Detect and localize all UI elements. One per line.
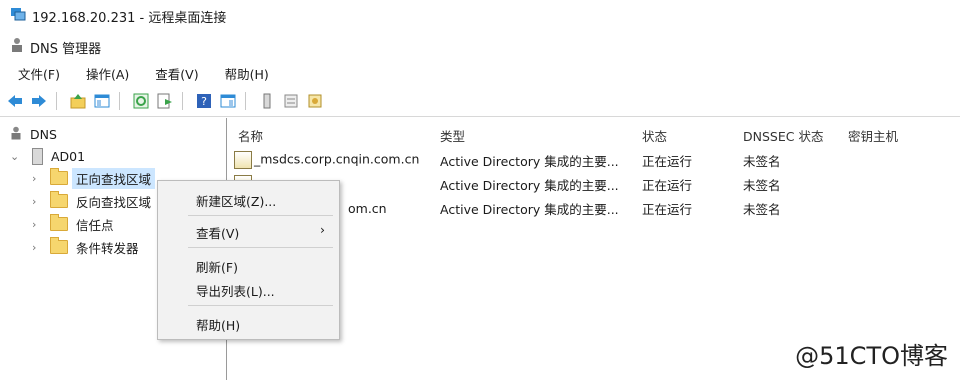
zone-type-cell: Active Directory 集成的主要... xyxy=(440,177,619,193)
tree-node-reverse-zones[interactable]: › 反向查找区域 xyxy=(32,191,155,211)
tree-label-conditional-forwarders: 条件转发器 xyxy=(76,240,139,256)
rdp-window-title: 192.168.20.231 - 远程桌面连接 xyxy=(32,10,227,26)
context-menu-new-zone[interactable]: 新建区域(Z)... xyxy=(196,191,276,210)
chevron-right-icon: › xyxy=(320,222,325,237)
table-row[interactable]: _msdcs.corp.cnqin.com.cn Active Director… xyxy=(228,150,960,170)
menu-file[interactable]: 文件(F) xyxy=(16,64,62,83)
back-arrow-icon[interactable] xyxy=(6,92,24,110)
folder-icon xyxy=(50,214,68,231)
tree-node-forward-zones[interactable]: › 正向查找区域 xyxy=(32,167,156,189)
chevron-right-icon[interactable]: › xyxy=(32,172,46,185)
watermark: @51CTO博客 xyxy=(795,342,948,370)
show-hide-console-tree-icon[interactable] xyxy=(93,92,111,110)
folder-icon xyxy=(50,168,68,185)
context-menu-export-list[interactable]: 导出列表(L)... xyxy=(196,281,275,300)
zone-dnssec-cell: 未签名 xyxy=(743,153,781,169)
rdp-window-title-bar: 192.168.20.231 - 远程桌面连接 xyxy=(0,0,960,32)
zone-dnssec-cell: 未签名 xyxy=(743,201,781,217)
zone-type-cell: Active Directory 集成的主要... xyxy=(440,201,619,217)
zone-status-cell: 正在运行 xyxy=(642,153,693,169)
zone-records-icon[interactable] xyxy=(282,92,300,110)
chevron-down-icon[interactable]: ⌄ xyxy=(10,150,24,163)
column-header-type[interactable]: 类型 xyxy=(440,126,465,145)
zone-status-cell: 正在运行 xyxy=(642,177,693,193)
app-title: DNS 管理器 xyxy=(30,41,102,57)
app-title-bar: DNS 管理器 xyxy=(0,34,960,60)
zone-name-cell: om.cn xyxy=(348,200,387,216)
tree-node-trust-points[interactable]: › 信任点 xyxy=(32,214,118,234)
menu-help[interactable]: 帮助(H) xyxy=(223,64,271,83)
forward-arrow-icon[interactable] xyxy=(30,92,48,110)
tree-label-reverse-zones: 反向查找区域 xyxy=(76,194,152,210)
tree-label-forward-zones: 正向查找区域 xyxy=(72,167,156,189)
refresh-icon[interactable] xyxy=(132,92,150,110)
toolbar-separator xyxy=(119,92,120,110)
export-list-icon[interactable] xyxy=(156,92,174,110)
menu-action[interactable]: 操作(A) xyxy=(84,64,131,83)
zone-type-cell: Active Directory 集成的主要... xyxy=(440,153,619,169)
chevron-right-icon[interactable]: › xyxy=(32,218,46,231)
toolbar-separator xyxy=(56,92,57,110)
folder-icon xyxy=(50,191,68,208)
zone-status-cell: 正在运行 xyxy=(642,201,693,217)
menu-separator xyxy=(188,247,333,248)
policy-icon[interactable] xyxy=(306,92,324,110)
context-menu-help[interactable]: 帮助(H) xyxy=(196,315,240,334)
tree-node-dns[interactable]: DNS xyxy=(10,124,61,144)
tree-node-server[interactable]: ⌄ AD01 xyxy=(10,146,89,166)
menu-separator xyxy=(188,305,333,306)
zone-dnssec-cell: 未签名 xyxy=(743,177,781,193)
toolbar-separator xyxy=(182,92,183,110)
folder-icon xyxy=(50,237,68,254)
menu-bar: 文件(F) 操作(A) 查看(V) 帮助(H) xyxy=(0,62,960,84)
server-icon xyxy=(32,147,43,165)
context-menu: 新建区域(Z)... 查看(V) › 刷新(F) 导出列表(L)... 帮助(H… xyxy=(157,180,340,340)
tree-label-trust-points: 信任点 xyxy=(76,217,114,233)
tree-label-server: AD01 xyxy=(51,148,86,164)
menu-view[interactable]: 查看(V) xyxy=(153,64,200,83)
column-header-name[interactable]: 名称 xyxy=(238,126,263,145)
help-icon[interactable]: ? xyxy=(195,92,213,110)
toolbar-separator xyxy=(245,92,246,110)
server-icon[interactable] xyxy=(258,92,276,110)
context-menu-view[interactable]: 查看(V) xyxy=(196,223,239,242)
context-menu-refresh[interactable]: 刷新(F) xyxy=(196,257,238,276)
column-header-key-master[interactable]: 密钥主机 xyxy=(848,126,898,145)
svg-text:?: ? xyxy=(201,95,207,108)
dns-icon xyxy=(10,37,24,57)
chevron-right-icon[interactable]: › xyxy=(32,241,46,254)
dns-icon xyxy=(10,126,22,143)
zone-icon xyxy=(234,151,252,169)
tree-node-conditional-forwarders[interactable]: › 条件转发器 xyxy=(32,237,143,257)
column-header-dnssec[interactable]: DNSSEC 状态 xyxy=(743,126,823,145)
column-header-status[interactable]: 状态 xyxy=(642,126,667,145)
up-folder-icon[interactable] xyxy=(69,92,87,110)
zone-name-cell: _msdcs.corp.cnqin.com.cn xyxy=(234,151,419,169)
remote-desktop-icon xyxy=(10,6,26,26)
chevron-right-icon[interactable]: › xyxy=(32,195,46,208)
menu-separator xyxy=(188,215,333,216)
toolbar: ? xyxy=(0,86,960,117)
properties-pane-icon[interactable] xyxy=(219,92,237,110)
tree-label-dns: DNS xyxy=(30,126,57,142)
